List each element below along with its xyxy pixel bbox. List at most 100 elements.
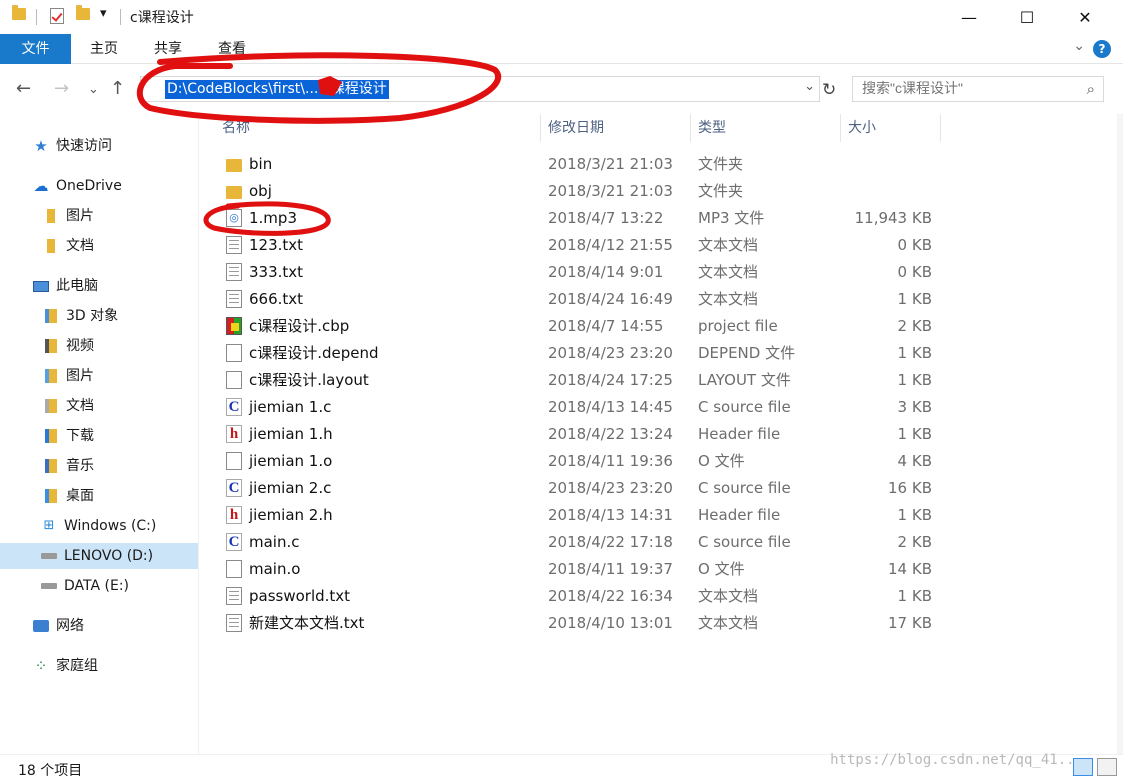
divider [36,9,37,25]
file-row[interactable]: jiemian 1.o 2018/4/11 19:36 O 文件 4 KB [200,448,1120,475]
c-source-icon: C [226,398,242,416]
file-type: 文本文档 [698,587,759,605]
column-header-name[interactable]: 名称 [222,114,250,142]
address-bar[interactable]: D:\CodeBlocks\first\...\c课程设计 ⌄ [140,76,820,102]
file-type: O 文件 [698,452,745,470]
file-size: 16 KB [888,479,932,497]
up-arrow-icon[interactable]: ↑ [110,78,125,99]
sidebar-item-music[interactable]: 音乐 [42,453,94,479]
column-header-date-modified[interactable]: 修改日期 [548,114,604,142]
sidebar-item-onedrive[interactable]: ☁ OneDrive [32,173,122,199]
file-row[interactable]: 123.txt 2018/4/12 21:55 文本文档 0 KB [200,232,1120,259]
sidebar-item-videos[interactable]: 视频 [42,333,94,359]
tab-view[interactable]: 查看 [210,34,254,64]
file-row[interactable]: 666.txt 2018/4/24 16:49 文本文档 1 KB [200,286,1120,313]
column-divider[interactable] [690,114,691,142]
tab-file[interactable]: 文件 [0,34,71,64]
address-path[interactable]: D:\CodeBlocks\first\...\c课程设计 [165,80,389,99]
file-row[interactable]: obj 2018/3/21 21:03 文件夹 [200,178,1120,205]
file-name: jiemian 1.o [249,452,333,470]
folder-icon [226,159,242,172]
file-row[interactable]: bin 2018/3/21 21:03 文件夹 [200,151,1120,178]
sidebar-item-lenovo-d[interactable]: LENOVO (D:) [0,543,198,569]
sidebar-item-downloads[interactable]: 下载 [42,423,94,449]
vertical-scrollbar[interactable] [1117,114,1123,754]
ribbon-collapse-icon[interactable]: ⌄ [1073,38,1085,54]
column-divider[interactable] [840,114,841,142]
refresh-icon[interactable]: ↻ [822,80,836,100]
sidebar-item-quick-access[interactable]: ★ 快速访问 [32,133,112,159]
folder-icon [226,186,242,199]
forward-arrow-icon[interactable]: → [54,78,69,99]
column-divider[interactable] [940,114,941,142]
file-name: jiemian 2.h [249,506,333,524]
sidebar-item-this-pc[interactable]: 此电脑 [32,273,98,299]
minimize-button[interactable]: — [946,0,992,34]
file-date-modified: 2018/4/24 16:49 [548,290,673,308]
file-list: bin 2018/3/21 21:03 文件夹 obj 2018/3/21 21:03 文… [200,151,1120,637]
file-row[interactable]: h jiemian 1.h 2018/4/22 13:24 Header file 1 … [200,421,1120,448]
file-row[interactable]: Cjiemian 2.c 2018/4/23 23:20 C source file… [200,475,1120,502]
search-box[interactable]: ⌕ [852,76,1104,102]
tab-share[interactable]: 共享 [146,34,190,64]
file-row[interactable]: 333.txt 2018/4/14 9:01 文本文档 0 KB [200,259,1120,286]
sidebar-item-network[interactable]: 网络 [32,613,84,639]
file-date-modified: 2018/4/13 14:45 [548,398,673,416]
back-arrow-icon[interactable]: ← [16,78,31,99]
file-row[interactable]: c课程设计.cbp 2018/4/7 14:55 project file 2 KB [200,313,1120,340]
maximize-button[interactable]: ☐ [1004,0,1050,34]
file-row[interactable]: Cjiemian 1.c 2018/4/13 14:45 C source file… [200,394,1120,421]
column-header-size[interactable]: 大小 [848,114,876,142]
file-name: c课程设计.layout [249,371,369,389]
file-type: O 文件 [698,560,745,578]
recent-locations-chevron-icon[interactable]: ⌄ [88,82,99,97]
file-row[interactable]: h jiemian 2.h 2018/4/13 14:31 Header file 1 … [200,502,1120,529]
file-row[interactable]: c课程设计.layout 2018/4/24 17:25 LAYOUT 文件 1 KB [200,367,1120,394]
help-icon[interactable]: ? [1093,40,1111,58]
file-row[interactable]: ◎ 1.mp3 2018/4/7 13:22 MP3 文件 11,943 KB [200,205,1120,232]
navigation-bar: ← → ⌄ ↑ D:\CodeBlocks\first\...\c课程设计 ⌄ … [0,64,1123,114]
c-source-icon: C [226,479,242,497]
new-folder-icon[interactable] [76,5,90,20]
large-icons-view-icon[interactable] [1097,758,1117,776]
column-divider[interactable] [540,114,541,142]
address-dropdown-icon[interactable]: ⌄ [804,79,815,94]
file-row[interactable]: passworld.txt 2018/4/22 16:34 文本文档 1 KB [200,583,1120,610]
title-bar: ▾ c课程设计 — ☐ ✕ [0,0,1123,34]
file-row[interactable]: Cmain.c 2018/4/22 17:18 C source file 2 KB [200,529,1120,556]
file-type: 文件夹 [698,155,744,173]
sidebar-item-desktop[interactable]: 桌面 [42,483,94,509]
mp3-icon: ◎ [226,209,242,227]
cloud-icon: ☁ [33,177,49,195]
sidebar-item-onedrive-pictures[interactable]: 图片 [42,203,94,229]
column-header-type[interactable]: 类型 [698,114,726,142]
desktop-folder-icon [42,487,60,505]
details-view-icon[interactable] [1073,758,1093,776]
quick-access-dropdown-icon[interactable]: ▾ [100,6,107,21]
file-date-modified: 2018/4/23 23:20 [548,479,673,497]
sidebar-item-onedrive-documents[interactable]: 文档 [42,233,94,259]
file-name: 666.txt [249,290,304,308]
search-icon[interactable]: ⌕ [1087,80,1095,98]
sidebar-item-documents[interactable]: 文档 [42,393,94,419]
file-name: jiemian 1.c [249,398,332,416]
close-button[interactable]: ✕ [1062,0,1108,34]
sidebar-item-3d-objects[interactable]: 3D 对象 [42,303,118,329]
file-date-modified: 2018/4/10 13:01 [548,614,673,632]
sidebar-item-windows-c[interactable]: ⊞ Windows (C:) [40,513,157,539]
properties-check-icon[interactable] [50,8,64,24]
file-icon [226,452,242,470]
sidebar-item-homegroup[interactable]: ⁘ 家庭组 [32,653,98,679]
sidebar-item-data-e[interactable]: DATA (E:) [40,573,129,599]
sidebar-item-pictures[interactable]: 图片 [42,363,94,389]
homegroup-icon: ⁘ [34,657,48,675]
search-input[interactable] [862,80,1072,96]
drive-icon [40,577,58,595]
file-row[interactable]: main.o 2018/4/11 19:37 O 文件 14 KB [200,556,1120,583]
tab-home[interactable]: 主页 [82,34,126,64]
file-row[interactable]: 新建文本文档.txt 2018/4/10 13:01 文本文档 17 KB [200,610,1120,637]
file-icon [226,371,242,389]
file-name: 新建文本文档.txt [249,614,365,632]
file-row[interactable]: c课程设计.depend 2018/4/23 23:20 DEPEND 文件 1 KB [200,340,1120,367]
navigation-pane: ★ 快速访问 ☁ OneDrive 图片 文档 此电脑 3D 对象 视频 图片 … [0,114,199,754]
